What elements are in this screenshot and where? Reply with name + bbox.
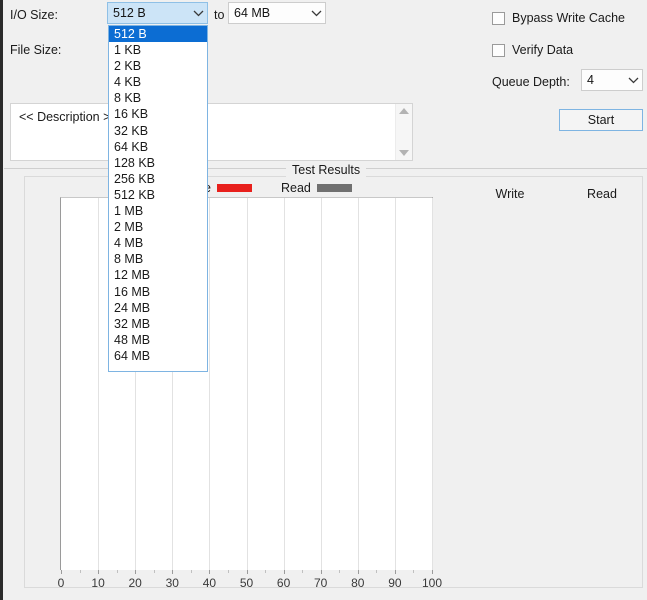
dropdown-option[interactable]: 2 MB: [109, 219, 207, 235]
legend-read: Read: [281, 181, 352, 195]
io-size-from-value: 512 B: [113, 6, 146, 20]
chart-x-tick: [246, 570, 248, 574]
chart-x-tick: [394, 570, 396, 574]
dropdown-option[interactable]: 12 MB: [109, 267, 207, 283]
chart-gridline: [283, 198, 285, 570]
chart-x-tick-minor: [227, 570, 229, 573]
dropdown-option[interactable]: 256 KB: [109, 171, 207, 187]
dropdown-option[interactable]: 32 KB: [109, 123, 207, 139]
test-results-title: Test Results: [286, 163, 367, 177]
chart-x-tick: [135, 570, 137, 574]
chart-x-tick-label: 50: [239, 576, 254, 590]
dropdown-option[interactable]: 512 B: [109, 26, 207, 43]
chart-x-tick: [320, 570, 322, 574]
chart-x-tick-minor: [116, 570, 118, 573]
io-size-from-dropdown-list[interactable]: 512 B1 KB 2 KB 4 KB 8 KB 16 KB 32 KB 64 KB 128 …: [108, 25, 208, 372]
chart-x-tick-minor: [190, 570, 192, 573]
checkbox-box[interactable]: [492, 43, 505, 57]
chart-x-tick: [357, 570, 359, 574]
file-size-label: File Size:: [10, 43, 62, 57]
chart-gridline: [394, 198, 396, 570]
queue-depth-value: 4: [587, 73, 594, 87]
dropdown-option[interactable]: 16 KB: [109, 106, 207, 122]
chart-x-tick-minor: [376, 570, 378, 573]
chart-x-tick-label: 70: [314, 576, 328, 590]
queue-depth-combobox[interactable]: 4: [581, 69, 643, 91]
chart-x-tick-label: 90: [388, 576, 402, 590]
chart-x-tick-minor: [79, 570, 81, 573]
chart-x-tick-minor: [339, 570, 341, 573]
dropdown-option[interactable]: 48 MB: [109, 332, 207, 348]
io-size-to-combobox[interactable]: 64 MB: [228, 2, 326, 24]
verify-data-label: Verify Data: [512, 43, 574, 57]
dropdown-option[interactable]: 24 MB: [109, 300, 207, 316]
chart-x-tick-label: 100: [421, 576, 443, 590]
chart-gridline: [209, 198, 211, 570]
chart-gridline: [432, 198, 433, 570]
start-button[interactable]: Start: [559, 109, 643, 131]
window-left-border: [0, 0, 3, 600]
read-column-header: Read: [587, 187, 617, 201]
checkbox-box[interactable]: [492, 11, 505, 25]
description-field[interactable]: << Description >>: [10, 103, 413, 161]
chevron-down-icon: [189, 3, 207, 23]
chart-x-tick: [172, 570, 174, 574]
scroll-down-icon[interactable]: [399, 150, 409, 156]
dropdown-option[interactable]: 2 KB: [109, 58, 207, 74]
chart-gridline: [320, 198, 322, 570]
bypass-write-cache-checkbox[interactable]: Bypass Write Cache: [492, 11, 625, 25]
description-scrollbar[interactable]: [395, 104, 412, 160]
dropdown-option[interactable]: 1 MB: [109, 203, 207, 219]
chart-x-tick-minor: [153, 570, 155, 573]
dropdown-option[interactable]: 1 KB: [109, 42, 207, 58]
dropdown-option[interactable]: 64 KB: [109, 139, 207, 155]
queue-depth-label: Queue Depth:: [492, 75, 570, 89]
dropdown-option[interactable]: 8 MB: [109, 251, 207, 267]
dropdown-option[interactable]: 128 KB: [109, 155, 207, 171]
app-window: I/O Size: File Size: 512 B to 64 MB Bypa…: [0, 0, 647, 600]
chevron-down-icon: [624, 70, 642, 90]
chart-x-tick-label: 80: [351, 576, 365, 590]
chart-x-tick: [432, 570, 433, 574]
dropdown-option[interactable]: 8 KB: [109, 90, 207, 106]
chart-gridline: [246, 198, 248, 570]
dropdown-option[interactable]: 4 MB: [109, 235, 207, 251]
chart-x-tick: [209, 570, 211, 574]
chart-x-tick-label: 0: [57, 576, 65, 590]
legend-write-swatch: [216, 184, 252, 192]
legend-read-label: Read: [281, 181, 311, 195]
chart-x-tick-minor: [265, 570, 267, 573]
chart-gridline: [98, 198, 100, 570]
to-label: to: [214, 8, 225, 22]
chart-x-tick: [283, 570, 285, 574]
io-size-label: I/O Size:: [10, 8, 58, 22]
chart-x-tick-label: 60: [276, 576, 291, 590]
dropdown-option[interactable]: 16 MB: [109, 284, 207, 300]
chevron-down-icon: [307, 3, 325, 23]
dropdown-option[interactable]: 64 MB: [109, 348, 207, 364]
chart-x-tick-minor: [413, 570, 415, 573]
io-size-to-value: 64 MB: [234, 6, 271, 20]
chart-x-tick-minor: [302, 570, 304, 573]
chart-x-tick: [98, 570, 100, 574]
chart-x-tick-label: 30: [165, 576, 179, 590]
dropdown-option[interactable]: 512 KB: [109, 187, 207, 203]
dropdown-option[interactable]: 32 MB: [109, 316, 207, 332]
io-size-from-combobox[interactable]: 512 B: [107, 2, 208, 24]
legend-read-swatch: [316, 184, 352, 192]
chart-x-tick: [61, 570, 62, 574]
chart-gridline: [357, 198, 359, 570]
dropdown-option[interactable]: 4 KB: [109, 74, 207, 90]
verify-data-checkbox[interactable]: Verify Data: [492, 43, 573, 57]
chart-x-tick-label: 10: [91, 576, 105, 590]
chart-x-tick-label: 40: [202, 576, 217, 590]
scroll-up-icon[interactable]: [399, 108, 409, 114]
chart-x-tick-label: 20: [128, 576, 142, 590]
write-column-header: Write: [495, 187, 525, 201]
bypass-write-cache-label: Bypass Write Cache: [512, 11, 626, 25]
